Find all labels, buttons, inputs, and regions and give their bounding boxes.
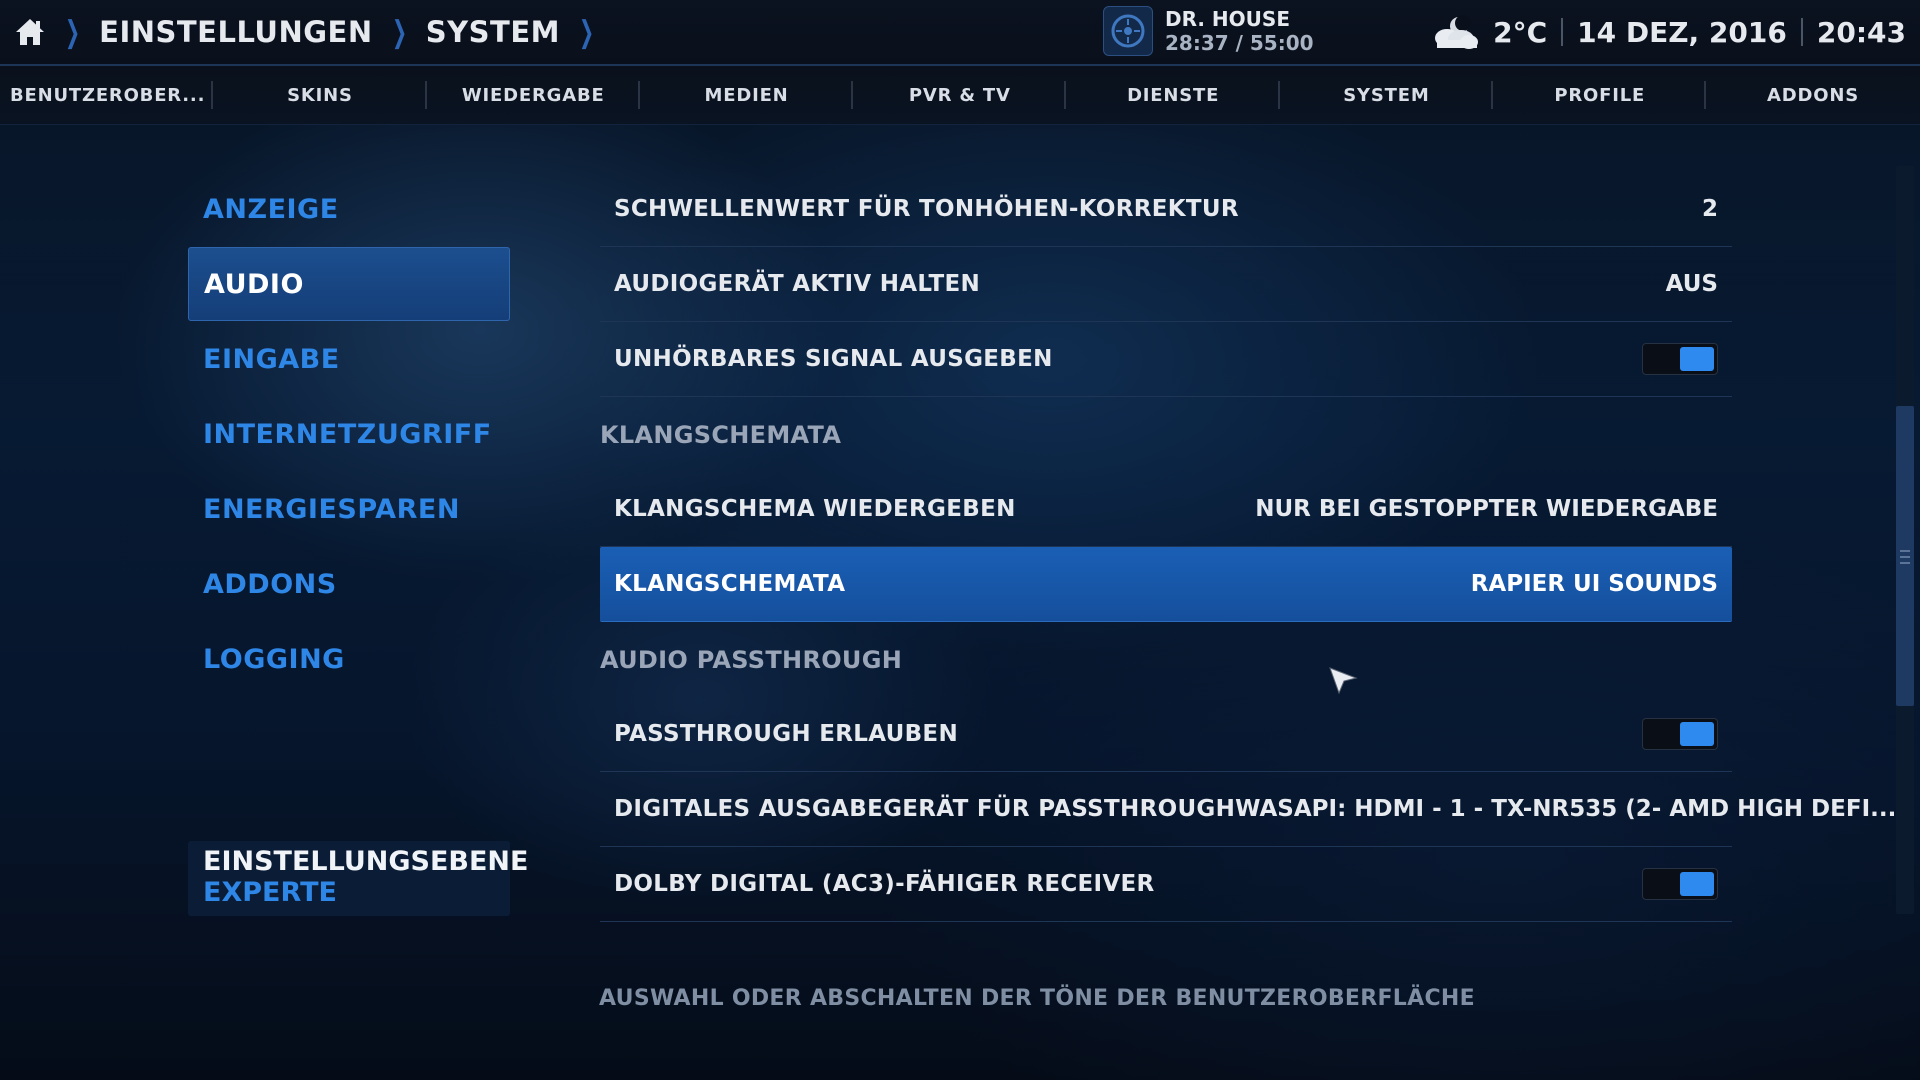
divider — [1800, 18, 1803, 46]
setting-row-passthrough-erlauben[interactable]: PASSTHROUGH ERLAUBEN — [600, 697, 1732, 772]
setting-label: AUDIOGERÄT AKTIV HALTEN — [614, 271, 981, 297]
section-header-klangschemata: KLANGSCHEMATA — [600, 397, 1732, 472]
breadcrumb-separator-icon: ❯ — [391, 14, 407, 50]
divider — [1561, 18, 1564, 46]
now-playing-title: DR. HOUSE — [1165, 7, 1290, 31]
setting-description: AUSWAHL ODER ABSCHALTEN DER TÖNE DER BEN… — [599, 986, 1475, 1011]
tab-system[interactable]: SYSTEM — [1280, 66, 1494, 124]
setting-value: 2 — [1701, 196, 1718, 222]
setting-row-audiogeraet-aktiv[interactable]: AUDIOGERÄT AKTIV HALTEN AUS — [600, 247, 1732, 322]
now-playing[interactable]: DR. HOUSE 28:37 / 55:00 — [1103, 6, 1314, 56]
toggle-switch[interactable] — [1642, 343, 1718, 375]
toggle-knob — [1680, 347, 1714, 371]
settings-level-title: EINSTELLUNGSEBENE — [203, 846, 529, 877]
tab-benutzeroberflaeche[interactable]: BENUTZEROBER... — [0, 66, 214, 124]
setting-value: AUS — [1665, 271, 1718, 297]
setting-row-unhoerbares-signal[interactable]: UNHÖRBARES SIGNAL AUSGEBEN — [600, 322, 1732, 397]
breadcrumb-separator-icon: ❯ — [65, 14, 81, 50]
settings-level-value: EXPERTE — [203, 877, 337, 908]
sidebar-item-logging[interactable]: LOGGING — [188, 622, 510, 696]
toggle-knob — [1680, 872, 1714, 896]
breadcrumb: ❯ EINSTELLUNGEN ❯ SYSTEM ❯ — [14, 10, 599, 54]
section-header-audio-passthrough: AUDIO PASSTHROUGH — [600, 622, 1732, 697]
setting-value: RAPIER UI SOUNDS — [1470, 571, 1718, 597]
breadcrumb-einstellungen[interactable]: EINSTELLUNGEN — [99, 15, 372, 49]
setting-row-dolby-digital[interactable]: DOLBY DIGITAL (AC3)-FÄHIGER RECEIVER — [600, 847, 1732, 922]
tab-pvr-tv[interactable]: PVR & TV — [853, 66, 1067, 124]
sidebar-item-addons[interactable]: ADDONS — [188, 547, 510, 621]
settings-level-button[interactable]: EINSTELLUNGSEBENE EXPERTE — [188, 841, 529, 916]
scrollbar-thumb[interactable] — [1896, 406, 1914, 706]
sidebar-item-anzeige[interactable]: ANZEIGE — [188, 172, 510, 246]
weather-temperature: 2°C — [1493, 15, 1548, 49]
setting-label: SCHWELLENWERT FÜR TONHÖHEN-KORREKTUR — [614, 196, 1239, 222]
cloudy-night-icon — [1431, 14, 1479, 50]
clock: 20:43 — [1816, 15, 1906, 49]
section-header-label: KLANGSCHEMATA — [600, 420, 842, 449]
setting-label: UNHÖRBARES SIGNAL AUSGEBEN — [614, 346, 1053, 372]
setting-label: PASSTHROUGH ERLAUBEN — [614, 721, 958, 747]
section-header-label: AUDIO PASSTHROUGH — [600, 645, 903, 674]
sidebar-item-eingabe[interactable]: EINGABE — [188, 322, 510, 396]
breadcrumb-separator-icon: ❯ — [579, 14, 595, 50]
tab-addons[interactable]: ADDONS — [1706, 66, 1919, 124]
setting-label: DIGITALES AUSGABEGERÄT FÜR PASSTHROUGH — [614, 796, 1236, 822]
mouse-pointer-icon — [1328, 666, 1358, 700]
status-area: 2°C 14 DEZ, 2016 20:43 — [1431, 10, 1906, 54]
setting-row-klangschemata[interactable]: KLANGSCHEMATA RAPIER UI SOUNDS — [600, 547, 1732, 622]
scrollbar[interactable] — [1896, 166, 1914, 914]
setting-label: KLANGSCHEMA WIEDERGEBEN — [614, 496, 1016, 522]
settings-tabs: BENUTZEROBER... SKINS WIEDERGABE MEDIEN … — [0, 66, 1920, 125]
tab-skins[interactable]: SKINS — [213, 66, 427, 124]
home-icon[interactable] — [14, 17, 46, 47]
toggle-switch[interactable] — [1642, 718, 1718, 750]
toggle-switch[interactable] — [1642, 868, 1718, 900]
date: 14 DEZ, 2016 — [1577, 15, 1787, 49]
top-bar: ❯ EINSTELLUNGEN ❯ SYSTEM ❯ DR. HOUSE 28:… — [0, 0, 1920, 66]
setting-value: NUR BEI GESTOPPTER WIEDERGABE — [1255, 496, 1718, 522]
setting-row-tonhoehen-korrektur[interactable]: SCHWELLENWERT FÜR TONHÖHEN-KORREKTUR 2 — [600, 172, 1732, 247]
now-playing-time: 28:37 / 55:00 — [1165, 31, 1314, 55]
setting-row-digitales-ausgabegeraet[interactable]: DIGITALES AUSGABEGERÄT FÜR PASSTHROUGH W… — [600, 772, 1896, 847]
tab-dienste[interactable]: DIENSTE — [1066, 66, 1281, 124]
grip-line — [1900, 562, 1910, 564]
tab-medien[interactable]: MEDIEN — [640, 66, 854, 124]
setting-label: DOLBY DIGITAL (AC3)-FÄHIGER RECEIVER — [614, 871, 1155, 897]
tab-profile[interactable]: PROFILE — [1493, 66, 1707, 124]
toggle-knob — [1680, 722, 1714, 746]
tab-wiedergabe[interactable]: WIEDERGABE — [427, 66, 641, 124]
grip-line — [1900, 550, 1910, 552]
sidebar-item-audio[interactable]: AUDIO — [188, 247, 510, 321]
breadcrumb-system[interactable]: SYSTEM — [426, 15, 560, 49]
setting-label: KLANGSCHEMATA — [614, 571, 846, 597]
setting-row-klangschema-wiedergeben[interactable]: KLANGSCHEMA WIEDERGEBEN NUR BEI GESTOPPT… — [600, 472, 1732, 547]
sidebar-item-internetzugriff[interactable]: INTERNETZUGRIFF — [188, 397, 510, 471]
grip-line — [1900, 556, 1910, 558]
sidebar-item-energiesparen[interactable]: ENERGIESPAREN — [188, 472, 510, 546]
settings-list: SCHWELLENWERT FÜR TONHÖHEN-KORREKTUR 2 A… — [600, 172, 1896, 922]
sidebar: ANZEIGE AUDIO EINGABE INTERNETZUGRIFF EN… — [188, 172, 510, 697]
disc-icon — [1103, 6, 1153, 56]
setting-value: WASAPI: HDMI - 1 - TX-NR535 (2- AMD HIGH… — [1235, 796, 1897, 822]
